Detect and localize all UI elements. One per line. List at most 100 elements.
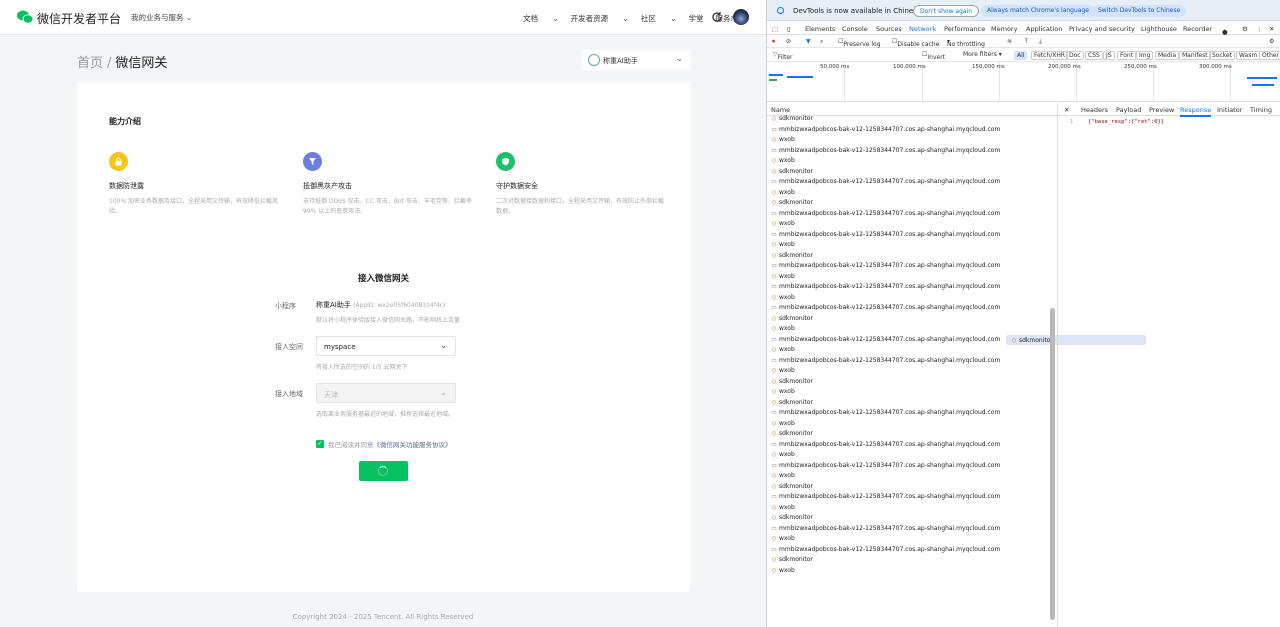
switch-to-chinese-button[interactable]: Switch DevTools to Chinese	[1092, 5, 1187, 17]
tab-network[interactable]: Network	[909, 25, 936, 33]
filter-type-manifest[interactable]: Manifest	[1179, 51, 1211, 60]
request-row[interactable]: ⟨⟩ wxob	[767, 503, 1057, 514]
request-row[interactable]: ⟨⟩ sdkmonitor	[767, 114, 1057, 125]
request-row[interactable]: ⟨⟩ wxob	[767, 240, 1057, 251]
request-list-scrollbar[interactable]	[1050, 308, 1055, 620]
request-row[interactable]: ▭ mmbizwxadpobcos-bak-v12-1258344707.cos.…	[767, 125, 1057, 136]
filter-input[interactable]: ▽ Filter	[773, 51, 792, 61]
request-row[interactable]: ⟨⟩ sdkmonitor	[767, 314, 1057, 325]
agreement-link[interactable]: 《微信网关功能服务协议》	[374, 441, 452, 449]
nav-docs[interactable]: 文档 ⌄	[523, 13, 559, 24]
inspect-icon[interactable]: ⬚	[772, 25, 778, 33]
download-icon[interactable]: ⤓	[1039, 38, 1042, 46]
filter-type-img[interactable]: Img	[1136, 51, 1154, 60]
request-row[interactable]: ▭ mmbizwxadpobcos-bak-v12-1258344707.cos.…	[767, 492, 1057, 503]
request-row[interactable]: ▭ mmbizwxadpobcos-bak-v12-1258344707.cos.…	[767, 356, 1057, 367]
name-column-header[interactable]: Name	[771, 106, 790, 114]
request-row[interactable]: ⟨⟩ wxob	[767, 345, 1057, 356]
disable-cache-checkbox[interactable]: ☐ Disable cache	[892, 38, 939, 48]
tab-preview[interactable]: Preview	[1149, 106, 1174, 114]
wechat-logo-icon[interactable]	[17, 10, 33, 24]
request-row[interactable]: ⟨⟩ sdkmonitor	[767, 555, 1057, 566]
request-row[interactable]: ⟨⟩ wxob	[767, 450, 1057, 461]
tab-console[interactable]: Console	[842, 25, 868, 33]
filter-type-css[interactable]: CSS	[1085, 51, 1103, 60]
request-row[interactable]: ⟨⟩ wxob	[767, 566, 1057, 577]
space-select[interactable]: myspace ⌄	[316, 336, 456, 356]
invert-checkbox[interactable]: ☐ Invert	[922, 51, 945, 61]
device-toggle-icon[interactable]: ▯	[787, 25, 791, 33]
tab-memory[interactable]: Memory	[991, 25, 1017, 33]
tab-elements[interactable]: Elements	[805, 25, 835, 33]
request-row[interactable]: ⟨⟩ sdkmonitor	[767, 198, 1057, 209]
tab-initiator[interactable]: Initiator	[1217, 106, 1242, 114]
clear-icon[interactable]: ⊘	[786, 38, 791, 45]
request-row[interactable]: ▭ mmbizwxadpobcos-bak-v12-1258344707.cos.…	[767, 282, 1057, 293]
request-row[interactable]: ⟨⟩ wxob	[767, 135, 1057, 146]
request-row[interactable]: ⟨⟩ sdkmonitor	[767, 377, 1057, 388]
filter-icon[interactable]: ▼	[806, 38, 811, 45]
tab-application[interactable]: Application	[1026, 25, 1062, 33]
request-row[interactable]: ▭ mmbizwxadpobcos-bak-v12-1258344707.cos.…	[767, 209, 1057, 220]
request-row[interactable]: ⟨⟩ wxob	[767, 272, 1057, 283]
request-row[interactable]: ⟨⟩ wxob	[767, 471, 1057, 482]
request-row[interactable]: ⟨⟩ wxob	[767, 387, 1057, 398]
request-row[interactable]: ▭ mmbizwxadpobcos-bak-v12-1258344707.cos.…	[767, 230, 1057, 241]
tab-sources[interactable]: Sources	[876, 25, 902, 33]
request-row[interactable]: ▭ mmbizwxadpobcos-bak-v12-1258344707.cos.…	[767, 303, 1057, 314]
user-avatar[interactable]	[733, 9, 749, 25]
close-details-icon[interactable]: ✕	[1064, 106, 1069, 114]
request-row[interactable]: ▭ mmbizwxadpobcos-bak-v12-1258344707.cos.…	[767, 440, 1057, 451]
tab-timing[interactable]: Timing	[1250, 106, 1272, 114]
request-row[interactable]: ⟨⟩ wxob	[767, 419, 1057, 430]
request-row[interactable]: ⟨⟩ wxob	[767, 219, 1057, 230]
tab-recorder[interactable]: Recorder	[1183, 25, 1212, 33]
tab-payload[interactable]: Payload	[1116, 106, 1141, 114]
dont-show-again-button[interactable]: Don't show again	[913, 5, 980, 17]
filter-type-media[interactable]: Media	[1155, 51, 1180, 60]
nav-academy[interactable]: 学堂	[689, 13, 704, 24]
request-row[interactable]: ▭ mmbizwxadpobcos-bak-v12-1258344707.cos.…	[767, 524, 1057, 535]
nav-dev-resources[interactable]: 开发者资源 ⌄	[571, 13, 629, 24]
network-overview-timeline[interactable]: 50,000 ms 100,000 ms 150,000 ms 200,000 …	[767, 62, 1280, 102]
preserve-log-checkbox[interactable]: ☐ Preserve log	[838, 38, 881, 48]
request-row[interactable]: ▭ mmbizwxadpobcos-bak-v12-1258344707.cos.…	[767, 146, 1057, 157]
request-row[interactable]: ▭ mmbizwxadpobcos-bak-v12-1258344707.cos.…	[767, 408, 1057, 419]
request-row[interactable]: ⟨⟩ sdkmonitor	[767, 251, 1057, 262]
filter-type-js[interactable]: JS	[1103, 51, 1115, 60]
match-language-button[interactable]: Always match Chrome's language	[981, 5, 1095, 17]
request-row[interactable]: ⟨⟩ wxob	[767, 534, 1057, 545]
submit-button[interactable]	[359, 461, 408, 481]
filter-type-wasm[interactable]: Wasm	[1236, 51, 1261, 60]
record-icon[interactable]: ⏺	[772, 38, 775, 46]
filter-type-doc[interactable]: Doc	[1066, 51, 1084, 60]
request-row[interactable]: ▭ mmbizwxadpobcos-bak-v12-1258344707.cos.…	[767, 545, 1057, 556]
request-row[interactable]: ▭ mmbizwxadpobcos-bak-v12-1258344707.cos.…	[767, 261, 1057, 272]
request-row[interactable]: ⟨⟩ wxob	[767, 293, 1057, 304]
breadcrumb-home[interactable]: 首页	[77, 56, 103, 71]
request-row[interactable]: ⟨⟩ sdkmonitor	[767, 398, 1057, 409]
request-row[interactable]: ⟨⟩ sdkmonitor	[767, 482, 1057, 493]
nav-community[interactable]: 社区 ⌄	[641, 13, 677, 24]
tab-performance[interactable]: Performance	[944, 25, 985, 33]
refresh-icon[interactable]	[711, 11, 723, 23]
upload-icon[interactable]: ⤒	[1025, 38, 1028, 46]
filter-type-font[interactable]: Font	[1117, 51, 1137, 60]
platform-title[interactable]: 微信开发者平台	[37, 10, 121, 27]
more-menu-icon[interactable]: ⋮	[1256, 25, 1263, 33]
wifi-icon[interactable]: ≋	[1007, 38, 1012, 45]
filter-type-socket[interactable]: Socket	[1209, 51, 1236, 60]
agreement-checkbox[interactable]: ✓	[316, 440, 324, 448]
request-row[interactable]: ⟨⟩ sdkmonitor	[767, 513, 1057, 524]
request-row[interactable]: ⟨⟩ sdkmonitor	[767, 167, 1057, 178]
request-row[interactable]: ▭ mmbizwxadpobcos-bak-v12-1258344707.cos.…	[767, 177, 1057, 188]
gear-icon[interactable]: ⚙	[1242, 25, 1248, 33]
mini-program-selector[interactable]: 称重AI助手 ⌄	[582, 50, 690, 70]
tab-headers[interactable]: Headers	[1081, 106, 1108, 114]
filter-type-all[interactable]: All	[1014, 51, 1028, 60]
tab-lighthouse[interactable]: Lighthouse	[1141, 25, 1177, 33]
request-row[interactable]: ⟨⟩ wxob	[767, 188, 1057, 199]
tab-privacy-security[interactable]: Privacy and security	[1069, 25, 1135, 33]
search-icon[interactable]: ⌕	[820, 38, 823, 46]
request-row[interactable]: ⟨⟩ wxob	[767, 366, 1057, 377]
